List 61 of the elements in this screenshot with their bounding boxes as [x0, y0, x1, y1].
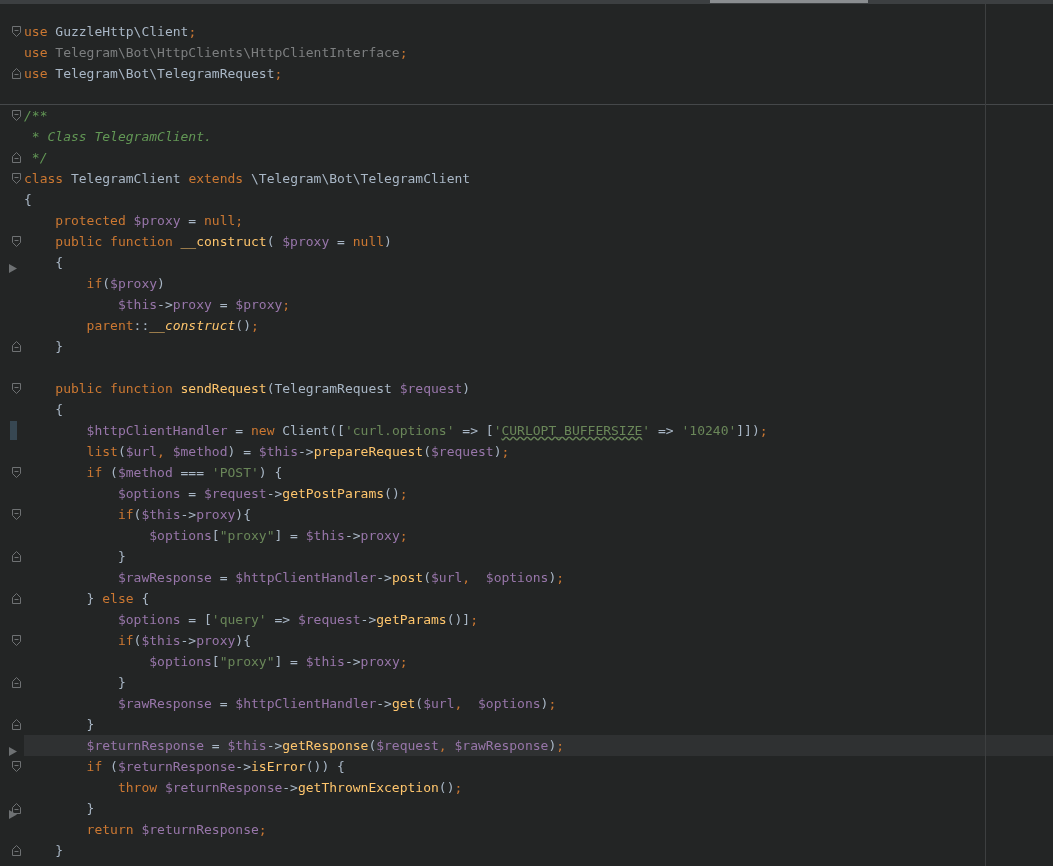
- triangle-icon[interactable]: [9, 747, 17, 756]
- fold-icon[interactable]: [12, 719, 21, 730]
- code-line: $options = $request->getPostParams();: [116, 485, 408, 503]
- fold-icon[interactable]: [12, 509, 21, 520]
- triangle-icon[interactable]: [9, 810, 17, 819]
- code-line: use Telegram\Bot\HttpClients\HttpClientInterface;: [24, 44, 408, 62]
- fold-icon[interactable]: [12, 173, 21, 184]
- fold-icon[interactable]: [12, 26, 21, 37]
- fold-icon[interactable]: [12, 845, 21, 856]
- code-line: throw $returnResponse->getThrownException();: [116, 779, 463, 797]
- code-line: public function __construct( $proxy = null): [54, 233, 392, 251]
- code-line: $httpClientHandler = new Client(['curl.options' => ['CURLOPT_BUFFERSIZE' => '10240']]);: [85, 422, 768, 440]
- code-line: list($url, $method) = $this->prepareRequest($request);: [85, 443, 510, 461]
- code-line: if($this->proxy){: [116, 632, 251, 650]
- code-line: protected $proxy = null;: [54, 212, 244, 230]
- code-line: }: [116, 674, 126, 692]
- fold-icon[interactable]: [12, 467, 21, 478]
- code-line: if($this->proxy){: [116, 506, 251, 524]
- fold-icon[interactable]: [12, 593, 21, 604]
- fold-icon[interactable]: [12, 68, 21, 79]
- code-line: public function sendRequest(TelegramRequest $request): [54, 380, 471, 398]
- code-line: use GuzzleHttp\Client;: [24, 23, 197, 41]
- comment-line: */: [30, 149, 48, 167]
- code-line: }: [54, 338, 64, 356]
- code-line: }: [54, 842, 64, 860]
- code-line: parent::__construct();: [85, 317, 259, 335]
- code-line: $rawResponse = $httpClientHandler->post($url, $options);: [116, 569, 565, 587]
- code-line: } else {: [85, 590, 150, 608]
- comment-line: * Class TelegramClient.: [30, 128, 212, 146]
- code-line: if ($returnResponse->isError()) {: [85, 758, 345, 776]
- fold-icon[interactable]: [12, 383, 21, 394]
- code-line: if ($method === 'POST') {: [85, 464, 283, 482]
- triangle-icon[interactable]: [9, 264, 17, 273]
- code-line: $rawResponse = $httpClientHandler->get($url, $options);: [116, 695, 557, 713]
- code-line: $options["proxy"] = $this->proxy;: [148, 527, 408, 545]
- code-line: $options = ['query' => $request->getParams()];: [116, 611, 478, 629]
- code-line: $options["proxy"] = $this->proxy;: [148, 653, 408, 671]
- fold-icon[interactable]: [12, 803, 21, 814]
- code-line: {: [54, 254, 64, 272]
- fold-icon[interactable]: [12, 152, 21, 163]
- change-marker[interactable]: [10, 421, 17, 440]
- code-line: class TelegramClient extends \Telegram\Bot\TelegramClient: [24, 170, 471, 188]
- fold-icon[interactable]: [12, 341, 21, 352]
- fold-icon[interactable]: [12, 236, 21, 247]
- code-line: {: [24, 191, 32, 209]
- fold-icon[interactable]: [12, 635, 21, 646]
- comment-line: /**: [24, 107, 48, 125]
- code-line: }: [85, 716, 95, 734]
- code-line: }: [116, 548, 126, 566]
- fold-icon[interactable]: [12, 761, 21, 772]
- scrollbar-thumb[interactable]: [710, 0, 868, 3]
- code-line: {: [54, 401, 64, 419]
- code-line: }: [85, 800, 95, 818]
- fold-icon[interactable]: [12, 110, 21, 121]
- code-line: $returnResponse = $this->getResponse($request, $rawResponse);: [85, 737, 565, 755]
- fold-icon[interactable]: [12, 677, 21, 688]
- code-line: use Telegram\Bot\TelegramRequest;: [24, 65, 283, 83]
- code-line: return $returnResponse;: [85, 821, 267, 839]
- code-line: if($proxy): [85, 275, 165, 293]
- fold-icon[interactable]: [12, 551, 21, 562]
- code-line: $this->proxy = $proxy;: [116, 296, 291, 314]
